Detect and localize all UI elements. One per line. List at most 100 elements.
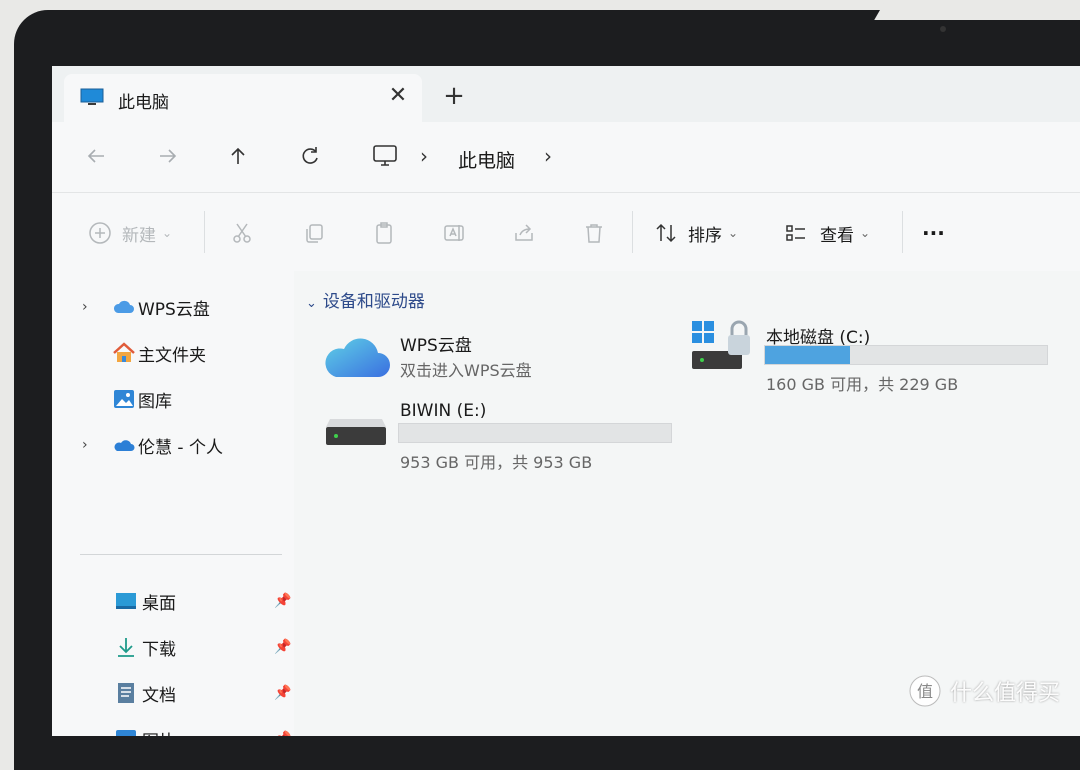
rename-button[interactable] (442, 217, 466, 249)
new-button[interactable]: 新建 ⌄ (88, 217, 172, 249)
download-icon (118, 638, 134, 657)
sort-label: 排序 (688, 225, 722, 246)
up-button[interactable] (218, 136, 258, 176)
divider (204, 211, 205, 253)
divider (632, 211, 633, 253)
arrow-up-icon (231, 147, 245, 164)
sidebar-item-home[interactable]: 主文件夹 (52, 335, 294, 371)
chevron-down-icon: ⌄ (728, 226, 739, 240)
sidebar-item-documents[interactable]: 文档 📌 (52, 675, 294, 711)
capacity-bar (398, 423, 672, 443)
delete-button[interactable] (582, 217, 606, 249)
watermark-text: 什么值得买 (950, 681, 1061, 706)
trash-icon (586, 224, 602, 243)
plus-circle-icon (89, 222, 111, 244)
refresh-icon (302, 147, 318, 164)
system-drive-icon (692, 320, 750, 369)
drive-subtitle: 双击进入WPS云盘 (400, 361, 532, 380)
documents-icon (118, 683, 134, 703)
back-button[interactable] (76, 136, 116, 176)
sidebar-item-label: 图库 (138, 391, 172, 412)
tab-this-pc[interactable]: 此电脑 ✕ (64, 74, 422, 122)
chevron-down-icon: ⌄ (162, 226, 173, 240)
more-options-button[interactable]: ··· (922, 217, 945, 249)
view-button[interactable]: 查看 ⌄ (784, 217, 870, 249)
view-list-icon (786, 225, 805, 241)
chevron-right-icon[interactable]: › (82, 299, 88, 315)
sidebar-item-pictures[interactable]: 图片 📌 (52, 721, 294, 736)
new-tab-button[interactable]: + (438, 80, 470, 112)
pin-icon[interactable]: 📌 (274, 685, 291, 701)
sidebar-item-onedrive[interactable]: › 伦慧 - 个人 (52, 427, 294, 463)
drive-name: BIWIN (E:) (400, 401, 487, 421)
breadcrumb-chevron-icon[interactable]: › (420, 144, 428, 168)
sidebar-item-gallery[interactable]: 图库 (52, 381, 294, 417)
pin-icon[interactable]: 📌 (274, 731, 291, 736)
navigation-bar: › 此电脑 › (52, 122, 1080, 192)
drive-subtitle: 160 GB 可用，共 229 GB (766, 375, 959, 394)
svg-text:值: 值 (917, 682, 933, 701)
copy-icon (306, 224, 323, 243)
home-icon (113, 342, 135, 362)
sidebar-item-label: WPS云盘 (138, 299, 210, 320)
address-bar[interactable]: › 此电脑 › (358, 138, 1078, 178)
sidebar-item-label: 主文件夹 (138, 345, 206, 366)
camera (940, 26, 946, 32)
sidebar-item-wps-cloud[interactable]: › WPS云盘 (52, 289, 294, 325)
section-title: 设备和驱动器 (322, 292, 425, 312)
command-bar: 新建 ⌄ 排序 ⌄ 查看 ⌄ ··· (52, 192, 1080, 272)
navigation-pane: › WPS云盘 主文件夹 图库 › 伦慧 - 个人 桌面 📌 下载 📌 文档 📌 (52, 271, 294, 736)
drive-tile-e[interactable]: BIWIN (E:) 953 GB 可用，共 953 GB (324, 397, 704, 477)
tab-bar: 此电脑 ✕ + (52, 66, 1080, 122)
sidebar-item-label: 文档 (142, 685, 176, 706)
sidebar-item-label: 伦慧 - 个人 (138, 437, 223, 458)
copy-button[interactable] (302, 217, 326, 249)
drive-tile-wps[interactable]: WPS云盘 双击进入WPS云盘 (322, 321, 662, 391)
pin-icon[interactable]: 📌 (274, 639, 291, 655)
arrow-right-icon (160, 149, 177, 163)
onedrive-icon (114, 440, 135, 451)
refresh-button[interactable] (290, 136, 330, 176)
drive-tile-c[interactable]: 本地磁盘 (C:) 160 GB 可用，共 229 GB (690, 317, 1080, 397)
sort-icon (656, 223, 676, 243)
paste-button[interactable] (372, 217, 396, 249)
watermark: 值 什么值得买 (908, 674, 1060, 708)
desktop-icon (116, 593, 136, 609)
view-label: 查看 (820, 225, 854, 246)
close-tab-button[interactable]: ✕ (382, 80, 414, 112)
monitor-outline-icon (373, 145, 397, 166)
scissors-icon (233, 223, 251, 243)
sidebar-item-label: 图片 (142, 727, 176, 737)
sidebar-item-label: 下载 (142, 639, 176, 660)
tab-title: 此电脑 (118, 93, 169, 113)
gallery-icon (114, 390, 134, 408)
content-pane: ⌄设备和驱动器 WPS云盘 双击进入WPS云盘 本地磁盘 (C:) 160 G (294, 271, 1080, 736)
capacity-bar (764, 345, 1048, 365)
divider (902, 211, 903, 253)
pin-icon[interactable]: 📌 (274, 593, 291, 609)
drive-name: WPS云盘 (400, 336, 472, 356)
sidebar-item-downloads[interactable]: 下载 📌 (52, 629, 294, 665)
drive-icon (326, 419, 386, 445)
rename-icon (444, 225, 464, 241)
forward-button[interactable] (148, 136, 188, 176)
breadcrumb-chevron-icon[interactable]: › (544, 144, 552, 168)
chevron-down-icon: ⌄ (306, 296, 317, 311)
wps-cloud-icon (325, 338, 390, 377)
capacity-bar-fill (765, 346, 850, 364)
monitor-icon (80, 88, 104, 105)
cut-button[interactable] (230, 217, 254, 249)
sort-button[interactable]: 排序 ⌄ (654, 217, 738, 249)
watermark-logo-icon: 值 (909, 675, 941, 707)
sidebar-item-desktop[interactable]: 桌面 📌 (52, 583, 294, 619)
share-button[interactable] (512, 217, 536, 249)
bezel-edge (874, 0, 1080, 20)
share-icon (515, 224, 533, 241)
chevron-down-icon: ⌄ (860, 226, 871, 240)
file-explorer-window: 此电脑 ✕ + › 此电脑 › 新建 ⌄ 排序 ⌄ 查看 ⌄ ··· › WPS… (52, 66, 1080, 736)
breadcrumb-this-pc[interactable]: 此电脑 (458, 146, 515, 173)
section-header[interactable]: ⌄ 设备和驱动器 (306, 287, 425, 312)
clipboard-icon (376, 222, 392, 244)
cloud-icon (113, 300, 134, 313)
chevron-right-icon[interactable]: › (82, 437, 88, 453)
